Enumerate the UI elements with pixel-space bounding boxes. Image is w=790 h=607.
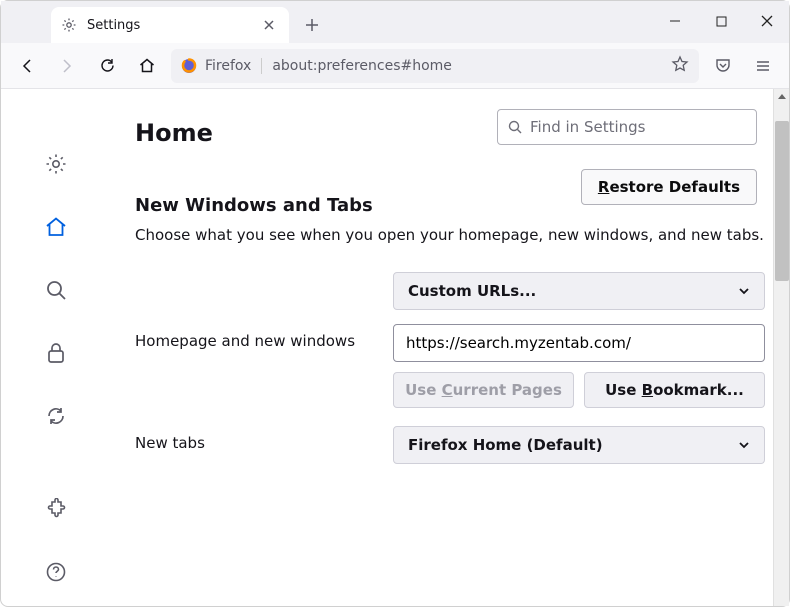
home-button[interactable] — [131, 50, 163, 82]
app-menu-button[interactable] — [747, 50, 779, 82]
chevron-down-icon — [738, 439, 750, 451]
new-tab-button[interactable] — [297, 10, 327, 40]
sidebar — [1, 89, 111, 606]
search-icon — [508, 120, 522, 134]
forward-button[interactable] — [51, 50, 83, 82]
maximize-button[interactable] — [698, 0, 744, 42]
url-address: about:preferences#home — [272, 58, 661, 74]
back-button[interactable] — [11, 50, 43, 82]
sidebar-item-extensions[interactable] — [38, 492, 74, 525]
scrollbar-thumb[interactable] — [775, 121, 789, 281]
use-current-pages-button[interactable]: Use Current Pages — [393, 372, 574, 408]
search-input[interactable]: Find in Settings — [497, 109, 757, 145]
toolbar: Firefox about:preferences#home — [1, 43, 789, 89]
sidebar-item-privacy[interactable] — [38, 336, 74, 369]
scrollbar[interactable] — [773, 89, 789, 606]
section-desc: Choose what you see when you open your h… — [135, 226, 765, 244]
newtabs-select[interactable]: Firefox Home (Default) — [393, 426, 765, 464]
close-icon[interactable] — [259, 15, 279, 35]
tab-title: Settings — [87, 18, 249, 33]
tab-settings[interactable]: Settings — [51, 7, 289, 43]
bookmark-star-icon[interactable] — [671, 55, 689, 77]
chevron-down-icon — [738, 285, 750, 297]
scroll-up-icon[interactable] — [774, 89, 790, 105]
firefox-logo-icon — [181, 58, 197, 74]
use-bookmark-button[interactable]: Use Bookmark... — [584, 372, 765, 408]
minimize-button[interactable] — [652, 0, 698, 42]
homepage-url-input[interactable] — [393, 324, 765, 362]
sidebar-item-home[interactable] — [38, 210, 74, 243]
restore-defaults-button[interactable]: Restore Defaults — [581, 169, 757, 205]
urlbar[interactable]: Firefox about:preferences#home — [171, 49, 699, 83]
sidebar-item-help[interactable] — [38, 555, 74, 588]
newtabs-label: New tabs — [135, 426, 393, 452]
identity-box[interactable]: Firefox — [181, 58, 262, 74]
homepage-label: Homepage and new windows — [135, 324, 393, 350]
homepage-select[interactable]: Custom URLs... — [393, 272, 765, 310]
close-window-button[interactable] — [744, 0, 790, 42]
gear-icon — [61, 17, 77, 33]
save-to-pocket-button[interactable] — [707, 50, 739, 82]
titlebar: Settings — [1, 1, 789, 43]
sidebar-item-sync[interactable] — [38, 399, 74, 432]
reload-button[interactable] — [91, 50, 123, 82]
main-content: Find in Settings Restore Defaults Home N… — [111, 89, 789, 606]
sidebar-item-general[interactable] — [38, 147, 74, 180]
sidebar-item-search[interactable] — [38, 273, 74, 306]
